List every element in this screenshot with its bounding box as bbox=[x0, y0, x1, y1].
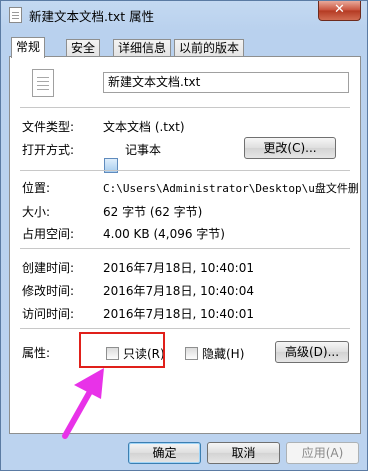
separator bbox=[20, 328, 350, 329]
hidden-label[interactable]: 隐藏(H) bbox=[202, 345, 244, 362]
highlight-box bbox=[79, 332, 165, 368]
location-label: 位置: bbox=[22, 181, 51, 195]
size-value: 62 字节 (62 字节) bbox=[103, 205, 203, 219]
change-button[interactable]: 更改(C)... bbox=[244, 137, 336, 159]
tab-details[interactable]: 详细信息 bbox=[113, 39, 172, 57]
created-value: 2016年7月18日, 10:40:01 bbox=[103, 261, 254, 275]
separator bbox=[20, 170, 350, 171]
separator bbox=[20, 248, 350, 249]
modified-value: 2016年7月18日, 10:40:04 bbox=[103, 284, 254, 298]
accessed-label: 访问时间: bbox=[22, 307, 75, 321]
opens-with-value: 记事本 bbox=[125, 143, 162, 157]
opens-with-label: 打开方式: bbox=[22, 143, 75, 157]
file-type-label: 文件类型: bbox=[22, 120, 75, 134]
cancel-button[interactable]: 取消 bbox=[207, 442, 280, 464]
file-name-field[interactable]: 新建文本文档.txt bbox=[103, 72, 349, 93]
location-value: C:\Users\Administrator\Desktop\u盘文件删不 bbox=[103, 182, 359, 195]
window-title: 新建文本文档.txt 属性 bbox=[29, 9, 155, 24]
close-icon: ✕ bbox=[334, 2, 345, 17]
size-on-disk-label: 占用空间: bbox=[22, 227, 75, 241]
separator bbox=[20, 107, 350, 108]
tab-general[interactable]: 常规 bbox=[11, 37, 46, 58]
apply-button[interactable]: 应用(A) bbox=[286, 442, 359, 464]
title-bar[interactable]: 新建文本文档.txt 属性 ✕ bbox=[1, 1, 367, 29]
tab-security[interactable]: 安全 bbox=[66, 39, 101, 57]
tab-strip: 常规 安全 详细信息 以前的版本 bbox=[9, 37, 361, 58]
close-button[interactable]: ✕ bbox=[318, 1, 361, 21]
text-file-icon bbox=[9, 7, 22, 23]
hidden-checkbox[interactable] bbox=[185, 347, 198, 360]
attributes-label: 属性: bbox=[22, 346, 51, 360]
size-label: 大小: bbox=[22, 205, 51, 219]
ok-button[interactable]: 确定 bbox=[128, 442, 201, 464]
tab-previous-versions[interactable]: 以前的版本 bbox=[174, 39, 245, 57]
general-panel: 新建文本文档.txt 文件类型: 文本文档 (.txt) 打开方式: 记事本 更… bbox=[9, 56, 361, 434]
advanced-button[interactable]: 高级(D)... bbox=[275, 341, 349, 363]
size-on-disk-value: 4.00 KB (4,096 字节) bbox=[103, 227, 225, 241]
tab-control: 常规 安全 详细信息 以前的版本 新建文本文档.txt 文件类型: 文本文档 (… bbox=[9, 37, 361, 434]
accessed-value: 2016年7月18日, 10:40:01 bbox=[103, 307, 254, 321]
file-type-value: 文本文档 (.txt) bbox=[103, 120, 185, 134]
created-label: 创建时间: bbox=[22, 261, 75, 275]
modified-label: 修改时间: bbox=[22, 284, 75, 298]
properties-window: 新建文本文档.txt 属性 ✕ 常规 安全 详细信息 以前的版本 新建文本文档.… bbox=[0, 0, 368, 471]
text-file-icon bbox=[32, 69, 54, 97]
